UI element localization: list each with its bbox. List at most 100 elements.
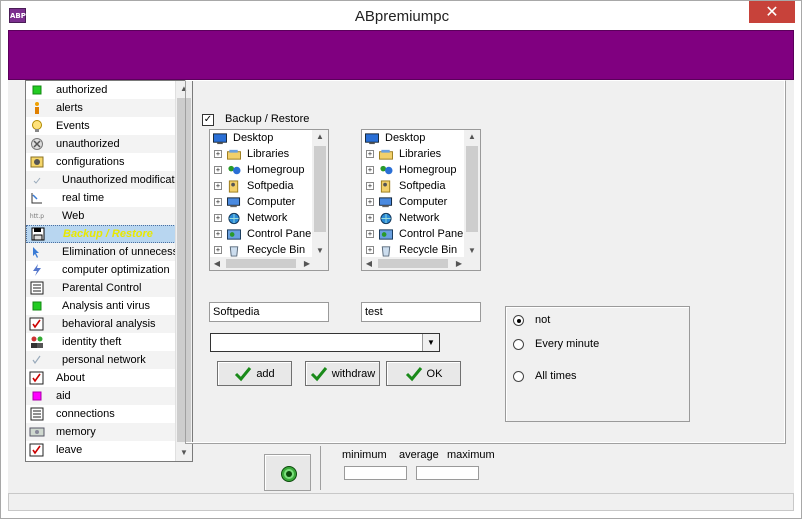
tree-node-desktop[interactable]: Desktop — [362, 130, 466, 146]
sidebar-item-alerts[interactable]: alerts — [26, 99, 176, 117]
scroll-thumb[interactable] — [226, 259, 296, 268]
sidebar-item-parental-control[interactable]: Parental Control — [26, 279, 176, 297]
tree-node-control-panel[interactable]: + Control Panel — [362, 226, 466, 242]
scroll-up-arrow-icon[interactable]: ▲ — [464, 130, 480, 144]
memory-chip-icon — [26, 424, 48, 440]
sidebar-item-label: memory — [56, 426, 96, 438]
close-button[interactable]: ✕ — [749, 1, 795, 23]
tree-node-libraries[interactable]: + Libraries — [210, 146, 314, 162]
source-path-field[interactable]: Softpedia — [209, 302, 329, 322]
scroll-down-arrow-icon[interactable]: ▼ — [464, 244, 480, 258]
expand-plus-icon[interactable]: + — [366, 150, 374, 158]
scroll-up-arrow-icon[interactable]: ▲ — [312, 130, 328, 144]
destination-path-field[interactable]: test — [361, 302, 481, 322]
sidebar-item-elimination-of-unnecessary[interactable]: Elimination of unnecessary — [26, 243, 176, 261]
scroll-thumb[interactable] — [466, 146, 478, 232]
tree-node-recycle-bin[interactable]: + Recycle Bin — [362, 242, 466, 258]
scroll-left-arrow-icon[interactable]: ◀ — [362, 257, 376, 270]
sidebar-item-web[interactable]: htt.p Web — [26, 207, 176, 225]
radio-all-times[interactable]: All times — [513, 370, 577, 382]
sidebar-item-backup-restore[interactable]: Backup / Restore — [26, 225, 176, 243]
scroll-down-arrow-icon[interactable]: ▼ — [312, 244, 328, 258]
expand-plus-icon[interactable]: + — [214, 166, 222, 174]
add-button-label: add — [256, 367, 275, 380]
tree-node-recycle-bin[interactable]: + Recycle Bin — [210, 242, 314, 258]
sidebar-item-leave[interactable]: leave — [26, 441, 176, 459]
withdraw-button[interactable]: withdraw — [305, 361, 380, 386]
tree-horizontal-scrollbar[interactable]: ◀ ▶ — [210, 257, 314, 270]
sidebar-item-unauthorized[interactable]: unauthorized — [26, 135, 176, 153]
sidebar-item-label: real time — [62, 192, 105, 204]
radio-not[interactable]: not — [513, 314, 550, 326]
expand-plus-icon[interactable]: + — [366, 246, 374, 254]
sidebar-item-identity-theft[interactable]: identity theft — [26, 333, 176, 351]
tree-horizontal-scrollbar[interactable]: ◀ ▶ — [362, 257, 466, 270]
sidebar-item-configurations[interactable]: configurations — [26, 153, 176, 171]
tree-node-label: Homegroup — [399, 164, 457, 176]
tree-node-softpedia[interactable]: + Softpedia — [362, 178, 466, 194]
tree-node-control-panel[interactable]: + Control Panel — [210, 226, 314, 242]
tree-node-homegroup[interactable]: + Homegroup — [210, 162, 314, 178]
tree-vertical-scrollbar[interactable]: ▲ ▼ — [312, 130, 328, 258]
sidebar-item-events[interactable]: Events — [26, 117, 176, 135]
sidebar-item-analysis-anti-virus[interactable]: Analysis anti virus — [26, 297, 176, 315]
sidebar-item-about[interactable]: About — [26, 369, 176, 387]
sidebar-item-behavioral-analysis[interactable]: behavioral analysis — [26, 315, 176, 333]
average-label: average — [399, 449, 439, 461]
sidebar-item-authorized[interactable]: authorized — [26, 81, 176, 99]
expand-plus-icon[interactable]: + — [366, 182, 374, 190]
expand-plus-icon[interactable]: + — [214, 198, 222, 206]
tree-node-network[interactable]: + Network — [210, 210, 314, 226]
scroll-down-arrow-icon[interactable]: ▼ — [176, 445, 192, 461]
tree-vertical-scrollbar[interactable]: ▲ ▼ — [464, 130, 480, 258]
source-folder-tree[interactable]: Desktop + Libraries + Homegroup + Softpedia + Co… — [209, 129, 329, 271]
sidebar-item-memory[interactable]: memory — [26, 423, 176, 441]
scroll-left-arrow-icon[interactable]: ◀ — [210, 257, 224, 270]
sidebar-item-aid[interactable]: aid — [26, 387, 176, 405]
tree-node-computer[interactable]: + Computer — [210, 194, 314, 210]
scroll-corner — [312, 257, 328, 270]
tree-node-network[interactable]: + Network — [362, 210, 466, 226]
expand-plus-icon[interactable]: + — [366, 166, 374, 174]
softpedia-icon — [226, 179, 242, 193]
expand-plus-icon[interactable]: + — [214, 246, 222, 254]
tree-node-desktop[interactable]: Desktop — [210, 130, 314, 146]
people-icon — [26, 334, 48, 350]
window-frame-bottom — [0, 511, 802, 519]
tree-node-libraries[interactable]: + Libraries — [362, 146, 466, 162]
dropdown-arrow-icon[interactable]: ▼ — [422, 334, 439, 351]
scroll-thumb[interactable] — [314, 146, 326, 232]
sidebar-item-unauthorized-modifications[interactable]: Unauthorized modifications — [26, 171, 176, 189]
ok-button[interactable]: OK — [386, 361, 461, 386]
add-button[interactable]: add — [217, 361, 292, 386]
expand-plus-icon[interactable]: + — [214, 230, 222, 238]
tree-node-computer[interactable]: + Computer — [362, 194, 466, 210]
backup-restore-checkbox[interactable]: ✓ — [202, 114, 214, 126]
green-check-icon — [235, 366, 252, 381]
sidebar-item-computer-optimization[interactable]: computer optimization — [26, 261, 176, 279]
destination-folder-tree[interactable]: Desktop + Libraries + Homegroup + Softpedia + Co… — [361, 129, 481, 271]
backup-combo-select[interactable]: ▼ — [210, 333, 440, 352]
sidebar-item-real-time[interactable]: real time — [26, 189, 176, 207]
lightbulb-icon — [26, 118, 48, 134]
tree-node-softpedia[interactable]: + Softpedia — [210, 178, 314, 194]
radio-button-icon[interactable] — [513, 370, 524, 382]
expand-plus-icon[interactable]: + — [366, 198, 374, 206]
sidebar-item-connections[interactable]: connections — [26, 405, 176, 423]
start-button[interactable] — [264, 454, 311, 491]
red-check-icon — [26, 442, 48, 458]
tree-node-homegroup[interactable]: + Homegroup — [362, 162, 466, 178]
expand-plus-icon[interactable]: + — [214, 214, 222, 222]
sidebar-item-personal-network[interactable]: personal network — [26, 351, 176, 369]
radio-button-icon[interactable] — [513, 314, 524, 326]
expand-plus-icon[interactable]: + — [366, 230, 374, 238]
recycle-bin-icon — [226, 244, 242, 257]
radio-every-minute[interactable]: Every minute — [513, 338, 599, 350]
expand-plus-icon[interactable]: + — [366, 214, 374, 222]
stats-group: minimum average maximum — [320, 446, 513, 490]
scroll-thumb[interactable] — [378, 259, 448, 268]
radio-button-icon[interactable] — [513, 338, 524, 350]
radio-not-label: not — [535, 314, 551, 326]
expand-plus-icon[interactable]: + — [214, 150, 222, 158]
expand-plus-icon[interactable]: + — [214, 182, 222, 190]
